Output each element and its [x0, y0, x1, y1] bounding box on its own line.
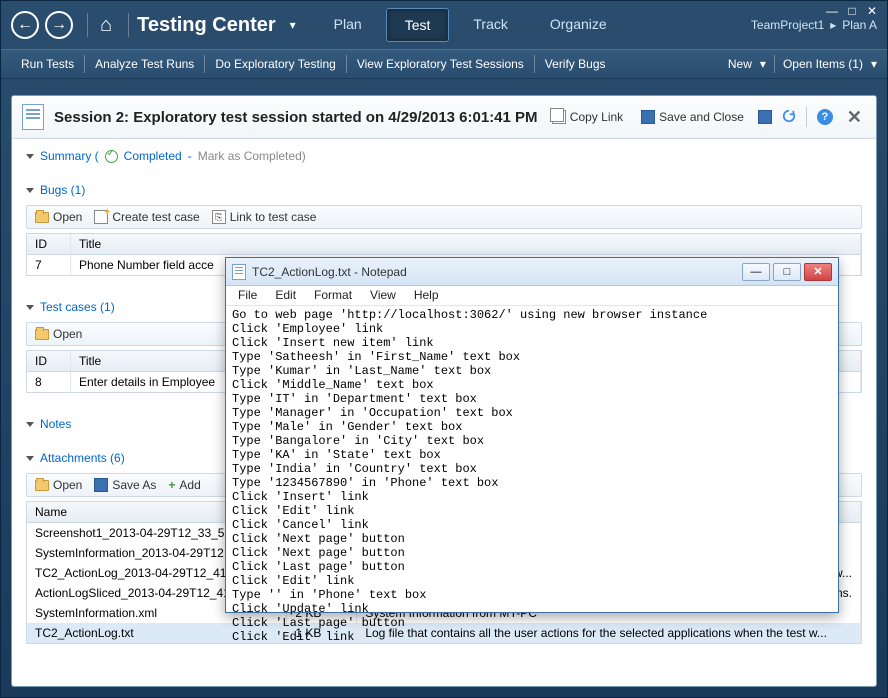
chevron-down-icon[interactable]: ▾: [290, 18, 296, 32]
help-button[interactable]: ?: [817, 109, 833, 125]
subitem-view-sessions[interactable]: View Exploratory Test Sessions: [347, 57, 534, 71]
refresh-button[interactable]: [782, 109, 796, 126]
bugs-label[interactable]: Bugs (1): [40, 183, 85, 197]
col-title[interactable]: Title: [71, 234, 861, 254]
close-button[interactable]: ✕: [863, 5, 881, 19]
testcases-label[interactable]: Test cases (1): [40, 300, 115, 314]
folder-icon: [35, 480, 49, 491]
copy-icon: [552, 110, 566, 124]
save-icon: [94, 478, 108, 492]
tab-plan[interactable]: Plan: [316, 8, 380, 42]
link-icon: ⎘: [212, 210, 226, 224]
tab-organize[interactable]: Organize: [532, 8, 625, 42]
create-testcase-button[interactable]: Create test case: [94, 210, 199, 224]
notepad-textarea[interactable]: Go to web page 'http://localhost:3062/' …: [226, 306, 838, 646]
back-button[interactable]: ←: [11, 11, 39, 39]
menu-view[interactable]: View: [362, 286, 404, 305]
subitem-runtests[interactable]: Run Tests: [11, 57, 84, 71]
close-panel-button[interactable]: ✕: [843, 107, 866, 128]
notes-label[interactable]: Notes: [40, 417, 71, 431]
col-id[interactable]: ID: [27, 351, 71, 371]
divider: [87, 13, 88, 37]
saveas-button[interactable]: Save As: [94, 478, 156, 492]
save-icon: [641, 110, 655, 124]
minimize-button[interactable]: —: [823, 5, 841, 19]
col-id[interactable]: ID: [27, 234, 71, 254]
add-button[interactable]: +Add: [168, 478, 200, 492]
notepad-menubar: File Edit Format View Help: [226, 286, 838, 306]
chevron-down-icon[interactable]: [26, 305, 34, 310]
divider: [128, 13, 129, 37]
open-button[interactable]: Open: [35, 210, 82, 224]
notepad-icon: [232, 264, 246, 280]
open-button[interactable]: Open: [35, 478, 82, 492]
link-testcase-button[interactable]: ⎘Link to test case: [212, 210, 317, 224]
open-items-button[interactable]: Open Items (1): [783, 57, 863, 71]
save-button[interactable]: [758, 110, 772, 124]
app-title: Testing Center: [137, 14, 276, 37]
chevron-down-icon[interactable]: ▾: [871, 57, 877, 71]
folder-icon: [35, 329, 49, 340]
subitem-exploratory[interactable]: Do Exploratory Testing: [205, 57, 346, 71]
close-button[interactable]: ✕: [804, 263, 832, 281]
open-button[interactable]: Open: [35, 327, 82, 341]
check-icon: [105, 150, 118, 163]
main-tabs: Plan Test Track Organize: [316, 8, 625, 42]
tab-test[interactable]: Test: [386, 8, 450, 42]
maximize-button[interactable]: □: [843, 5, 861, 19]
notepad-title: TC2_ActionLog.txt - Notepad: [252, 265, 407, 279]
save-and-close-button[interactable]: Save and Close: [637, 108, 748, 126]
menu-edit[interactable]: Edit: [267, 286, 304, 305]
project-link[interactable]: TeamProject1: [751, 18, 824, 32]
folder-icon: [35, 212, 49, 223]
menu-format[interactable]: Format: [306, 286, 360, 305]
copy-link-button[interactable]: Copy Link: [548, 108, 627, 126]
summary-status: Completed: [124, 149, 182, 163]
chevron-down-icon[interactable]: [26, 188, 34, 193]
sub-toolbar: Run Tests Analyze Test Runs Do Explorato…: [1, 49, 887, 79]
mark-completed-link[interactable]: Mark as Completed): [198, 149, 306, 163]
attachments-label[interactable]: Attachments (6): [40, 451, 125, 465]
chevron-right-icon: ▸: [830, 18, 836, 32]
minimize-button[interactable]: —: [742, 263, 770, 281]
session-header: Session 2: Exploratory test session star…: [12, 96, 876, 139]
chevron-down-icon[interactable]: ▾: [760, 57, 766, 71]
app-window: — □ ✕ ← → ⌂ Testing Center ▾ Plan Test T…: [0, 0, 888, 698]
notepad-window[interactable]: TC2_ActionLog.txt - Notepad — □ ✕ File E…: [225, 257, 839, 613]
new-icon: [94, 210, 108, 224]
forward-button[interactable]: →: [45, 11, 73, 39]
header-right: TeamProject1 ▸ Plan A: [751, 18, 877, 32]
menu-file[interactable]: File: [230, 286, 265, 305]
chevron-down-icon[interactable]: [26, 456, 34, 461]
header: ← → ⌂ Testing Center ▾ Plan Test Track O…: [1, 1, 887, 49]
session-title: Session 2: Exploratory test session star…: [54, 109, 538, 126]
subitem-verify-bugs[interactable]: Verify Bugs: [535, 57, 616, 71]
home-icon[interactable]: ⌂: [100, 14, 112, 37]
notepad-titlebar[interactable]: TC2_ActionLog.txt - Notepad — □ ✕: [226, 258, 838, 286]
chevron-down-icon[interactable]: [26, 154, 34, 159]
tab-track[interactable]: Track: [455, 8, 525, 42]
bugs-toolbar: Open Create test case ⎘Link to test case: [26, 205, 862, 229]
maximize-button[interactable]: □: [773, 263, 801, 281]
new-button[interactable]: New: [728, 57, 752, 71]
document-icon: [22, 104, 44, 130]
summary-section: Summary ( Completed - Mark as Completed): [12, 139, 876, 173]
chevron-down-icon[interactable]: [26, 422, 34, 427]
menu-help[interactable]: Help: [406, 286, 447, 305]
plan-link[interactable]: Plan A: [842, 18, 877, 32]
plus-icon: +: [168, 478, 175, 492]
window-controls: — □ ✕: [823, 5, 881, 19]
subitem-analyze[interactable]: Analyze Test Runs: [85, 57, 204, 71]
summary-label[interactable]: Summary (: [40, 149, 99, 163]
